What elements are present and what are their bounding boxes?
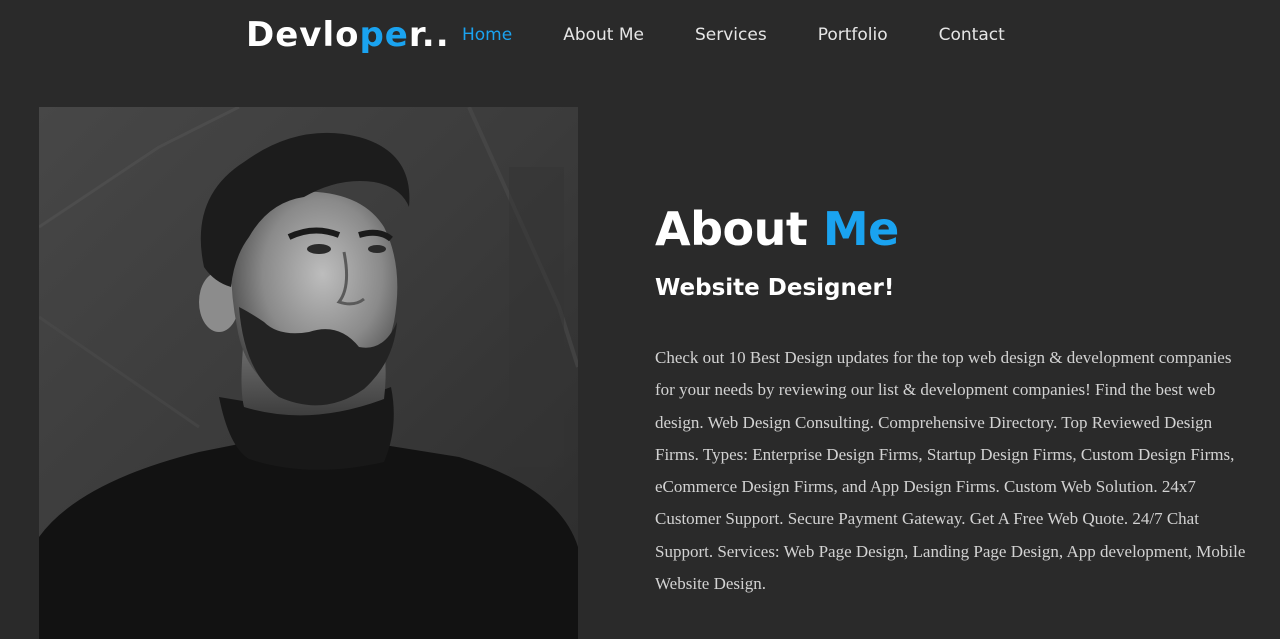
nav-contact-link[interactable]: Contact — [939, 22, 1005, 48]
logo-text-part3: r.. — [408, 15, 450, 55]
profile-photo — [39, 107, 578, 639]
page: Devloper.. Home About Me Services Portfo… — [0, 0, 1280, 639]
logo-text-part1: Devlo — [246, 15, 360, 55]
navbar: Devloper.. Home About Me Services Portfo… — [0, 0, 1280, 70]
about-heading-accent: Me — [822, 202, 899, 256]
about-description: Check out 10 Best Design updates for the… — [655, 348, 1246, 594]
logo[interactable]: Devloper.. — [246, 12, 450, 58]
nav-menu: Home About Me Services Portfolio Contact — [462, 22, 1056, 48]
nav-portfolio-link[interactable]: Portfolio — [818, 22, 888, 48]
nav-services-link[interactable]: Services — [695, 22, 767, 48]
about-section: About Me Website Designer! Check out 10 … — [655, 200, 1255, 600]
about-subtitle: Website Designer! — [655, 275, 895, 301]
about-heading: About Me — [655, 200, 1255, 258]
nav-about-me-link[interactable]: About Me — [563, 22, 644, 48]
about-heading-main: About — [655, 202, 823, 256]
nav-home-link[interactable]: Home — [462, 22, 512, 48]
profile-photo-illustration — [39, 107, 578, 639]
logo-text-accent: pe — [359, 15, 409, 55]
